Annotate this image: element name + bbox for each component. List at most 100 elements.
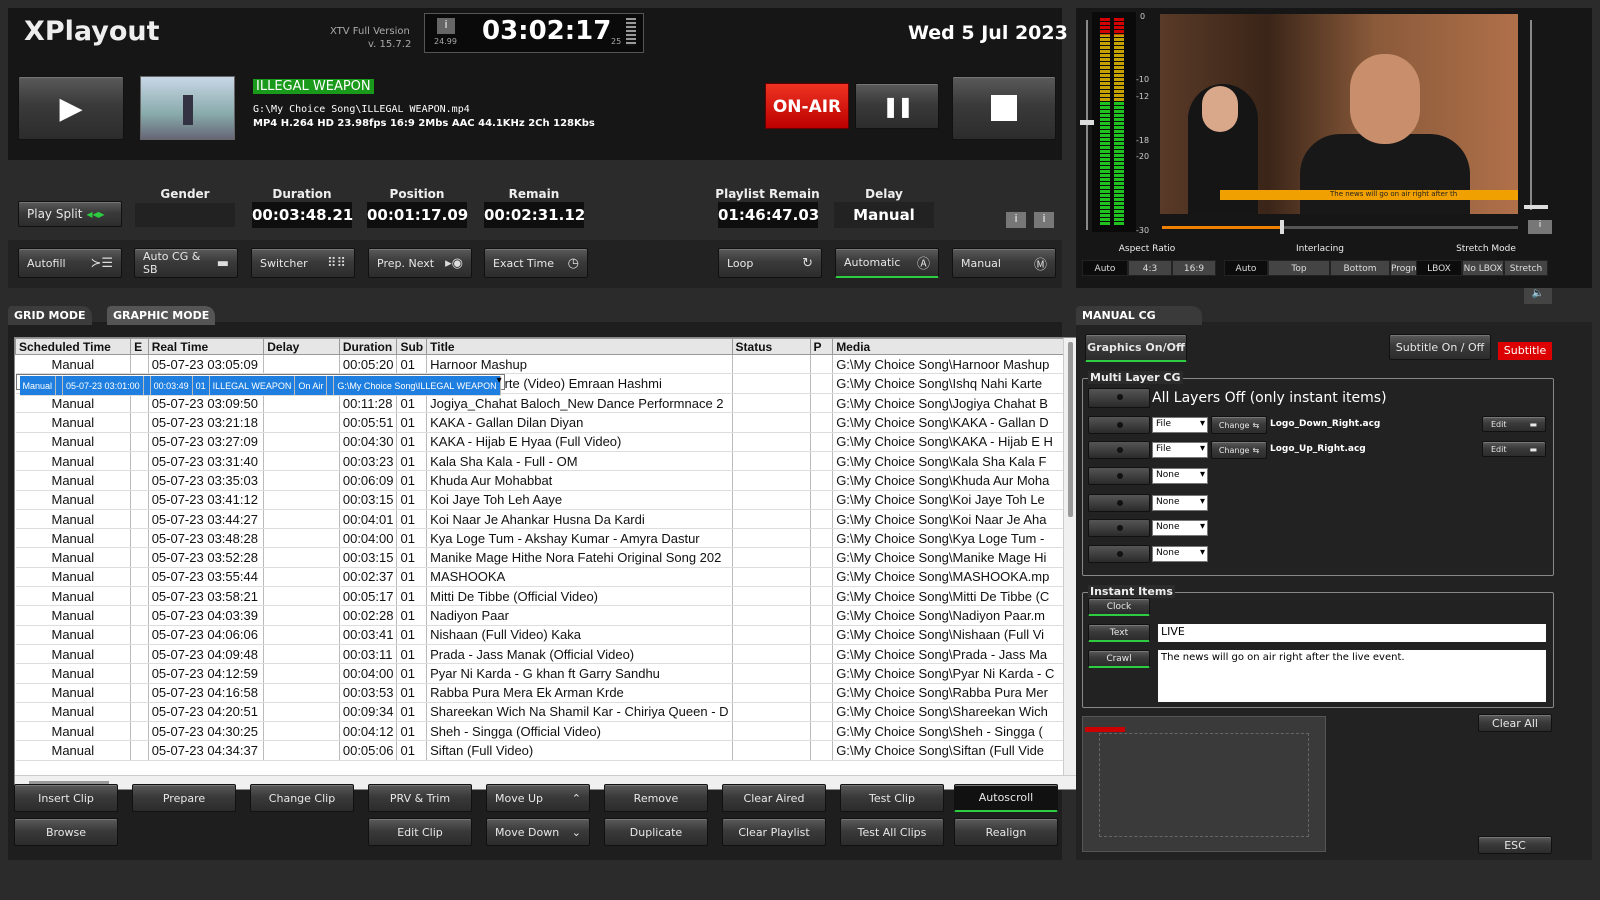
tab-manual-cg[interactable]: MANUAL CG (1076, 306, 1202, 325)
exact-time-button[interactable]: Exact Time ◷ (484, 248, 588, 278)
grid-col-7[interactable]: Status (731, 338, 811, 355)
move-down-button[interactable]: Move Down ⌄ (486, 818, 590, 846)
table-row[interactable]: Manual 05-07-23 03:55:44 00:02:37 01 MASHOOK… (15, 567, 1077, 588)
table-row[interactable]: Manual 05-07-23 03:58:21 00:05:17 01 Mitti D… (15, 586, 1077, 607)
table-row[interactable]: Manual 05-07-23 03:35:03 00:06:09 01 Khuda A… (15, 470, 1077, 491)
grid-col-6[interactable]: Title (426, 338, 733, 355)
clear-playlist-button[interactable]: Clear Playlist (722, 818, 826, 846)
grid-col-8[interactable]: P (809, 338, 834, 355)
format-aspect-0[interactable]: Auto (1082, 260, 1128, 276)
on-air-button[interactable]: ON-AIR (765, 83, 849, 129)
play-button[interactable]: ▶ (18, 76, 124, 140)
manual-button[interactable]: Manual Ⓜ (952, 248, 1056, 278)
remove-button[interactable]: Remove (604, 784, 708, 812)
realign-button[interactable]: Realign (954, 818, 1058, 846)
test-clip-button[interactable]: Test Clip (840, 784, 944, 812)
table-row[interactable]: Manual 05-07-23 04:30:25 00:04:12 01 Sheh - … (15, 721, 1077, 742)
layer-change-button-1[interactable]: Change ⇆ (1211, 441, 1267, 459)
format-aspect-1[interactable]: 4:3 (1128, 260, 1172, 276)
table-row[interactable]: Manual 05-07-23 04:03:39 00:02:28 01 Nadiyon… (15, 605, 1077, 626)
grid-col-1[interactable]: E (130, 338, 149, 355)
switcher-button[interactable]: Switcher ⠿⠿ (251, 248, 355, 278)
browse-button[interactable]: Browse (14, 818, 118, 846)
layer-toggle-3[interactable] (1088, 494, 1150, 512)
format-stretch-2[interactable]: Stretch (1504, 260, 1548, 276)
table-row[interactable]: Manual 05-07-23 03:09:50 00:11:28 01 Jogiya_… (15, 393, 1077, 414)
preview-timeline[interactable] (1162, 226, 1518, 229)
table-row[interactable]: Manual 05-07-23 04:20:51 00:09:34 01 Shareek… (15, 702, 1077, 723)
loop-button[interactable]: Loop ↻ (718, 248, 822, 278)
preview-timeline-handle[interactable] (1280, 220, 1284, 234)
pause-button[interactable]: ❚❚ (855, 83, 939, 129)
insert-clip-button[interactable]: Insert Clip (14, 784, 118, 812)
table-row[interactable]: Manual 05-07-23 04:34:37 00:05:06 01 Siftan … (15, 740, 1077, 761)
grid-col-4[interactable]: Duration (338, 338, 398, 355)
layer-type-select-2[interactable]: None (1152, 468, 1208, 484)
move-up-button[interactable]: Move Up ⌃ (486, 784, 590, 812)
table-row[interactable]: Manual 05-07-23 03:41:12 00:03:15 01 Koi Jay… (15, 490, 1077, 510)
layer-type-select-1[interactable]: File (1152, 442, 1208, 458)
format-stretch-1[interactable]: No LBOX (1462, 260, 1504, 276)
table-row[interactable]: Manual 05-07-23 03:44:27 00:04:01 01 Koi Naa… (15, 509, 1077, 530)
subtitle-badge[interactable]: Subtitle (1498, 342, 1552, 360)
grid-col-3[interactable]: Delay (263, 338, 340, 355)
right-slider-handle[interactable] (1524, 205, 1548, 209)
info-icon-preview[interactable]: i (1528, 220, 1552, 234)
info-icon-2[interactable]: i (1034, 212, 1054, 228)
tab-grid-mode[interactable]: GRID MODE (8, 306, 92, 325)
layer-type-select-3[interactable]: None (1152, 495, 1208, 511)
table-row[interactable]: Manual 05-07-23 04:06:06 00:03:41 01 Nishaan… (15, 625, 1077, 645)
gender-field[interactable] (135, 203, 235, 227)
auto-cg-button[interactable]: Auto CG & SB ▬ (134, 248, 238, 278)
grid-vscroll[interactable] (1063, 338, 1077, 789)
prepare-button[interactable]: Prepare (132, 784, 236, 812)
layer-type-select-0[interactable]: File (1152, 417, 1208, 433)
table-row[interactable]: Manual 05-07-23 04:12:59 00:04:00 01 Pyar Ni… (15, 663, 1077, 684)
layer-change-button-0[interactable]: Change ⇆ (1211, 416, 1267, 434)
test-all-clips-button[interactable]: Test All Clips (840, 818, 944, 846)
table-row[interactable]: Manual 05-07-23 03:05:09 00:05:20 01 Harnoor… (15, 354, 1077, 375)
layer-type-select-5[interactable]: None (1152, 546, 1208, 562)
grid-col-2[interactable]: Real Time (147, 338, 265, 355)
autofill-button[interactable]: Autofill ≻☰ (18, 248, 122, 278)
volume-slider-track[interactable] (1086, 20, 1088, 230)
crawl-input[interactable]: The news will go on air right after the … (1158, 650, 1546, 702)
layer-toggle-4[interactable] (1088, 519, 1150, 537)
esc-button[interactable]: ESC (1478, 836, 1552, 854)
subtitle-onoff-button[interactable]: Subtitle On / Off (1389, 334, 1491, 360)
edit-clip-button[interactable]: Edit Clip (368, 818, 472, 846)
layer-edit-button-0[interactable]: Edit ▬ (1482, 416, 1546, 432)
crawl-button[interactable]: Crawl (1088, 650, 1150, 668)
all-off-toggle[interactable] (1088, 388, 1150, 408)
table-row[interactable]: Manual 05-07-23 04:09:48 00:03:11 01 Prada -… (15, 644, 1077, 665)
grid-vscroll-thumb[interactable] (1068, 342, 1073, 517)
format-aspect-2[interactable]: 16:9 (1172, 260, 1216, 276)
right-slider-track[interactable] (1530, 20, 1532, 210)
layer-toggle-0[interactable] (1088, 416, 1150, 434)
grid-col-0[interactable]: Scheduled Time (15, 338, 132, 355)
info-icon[interactable]: i (437, 18, 455, 34)
table-row[interactable]: Manual 05-07-23 03:27:09 00:04:30 01 KAKA - … (15, 432, 1077, 452)
play-split-button[interactable]: Play Split ◂◂▸ (18, 201, 122, 227)
info-icon-1[interactable]: i (1006, 212, 1026, 228)
text-button[interactable]: Text (1088, 624, 1150, 642)
delay-value[interactable]: Manual (834, 202, 934, 228)
autoscroll-button[interactable]: Autoscroll (954, 784, 1058, 812)
prv-trim-button[interactable]: PRV & Trim (368, 784, 472, 812)
format-interlace-0[interactable]: Auto (1224, 260, 1268, 276)
speaker-icon[interactable]: 🔈 (1524, 288, 1552, 304)
clear-all-button[interactable]: Clear All (1478, 714, 1552, 732)
table-row[interactable]: Manual 05-07-23 03:52:28 00:03:15 01 Manike … (15, 547, 1077, 568)
table-row[interactable]: Manual 05-07-23 03:48:28 00:04:00 01 Kya Log… (15, 528, 1077, 549)
stop-button[interactable] (952, 76, 1056, 140)
layer-toggle-1[interactable] (1088, 441, 1150, 459)
automatic-button[interactable]: Automatic Ⓐ (835, 248, 939, 278)
format-interlace-2[interactable]: Bottom (1330, 260, 1390, 276)
graphics-onoff-button[interactable]: Graphics On/Off (1085, 334, 1187, 362)
layer-type-select-4[interactable]: None (1152, 520, 1208, 536)
clock-button[interactable]: Clock (1088, 598, 1150, 616)
table-row[interactable]: Manual 05-07-23 03:01:00 00:03:49 01 ILLEGAL… (15, 374, 505, 397)
grid-col-9[interactable]: Media (832, 338, 1077, 355)
format-stretch-0[interactable]: LBOX (1416, 260, 1462, 276)
grid-col-5[interactable]: Sub (396, 338, 428, 355)
